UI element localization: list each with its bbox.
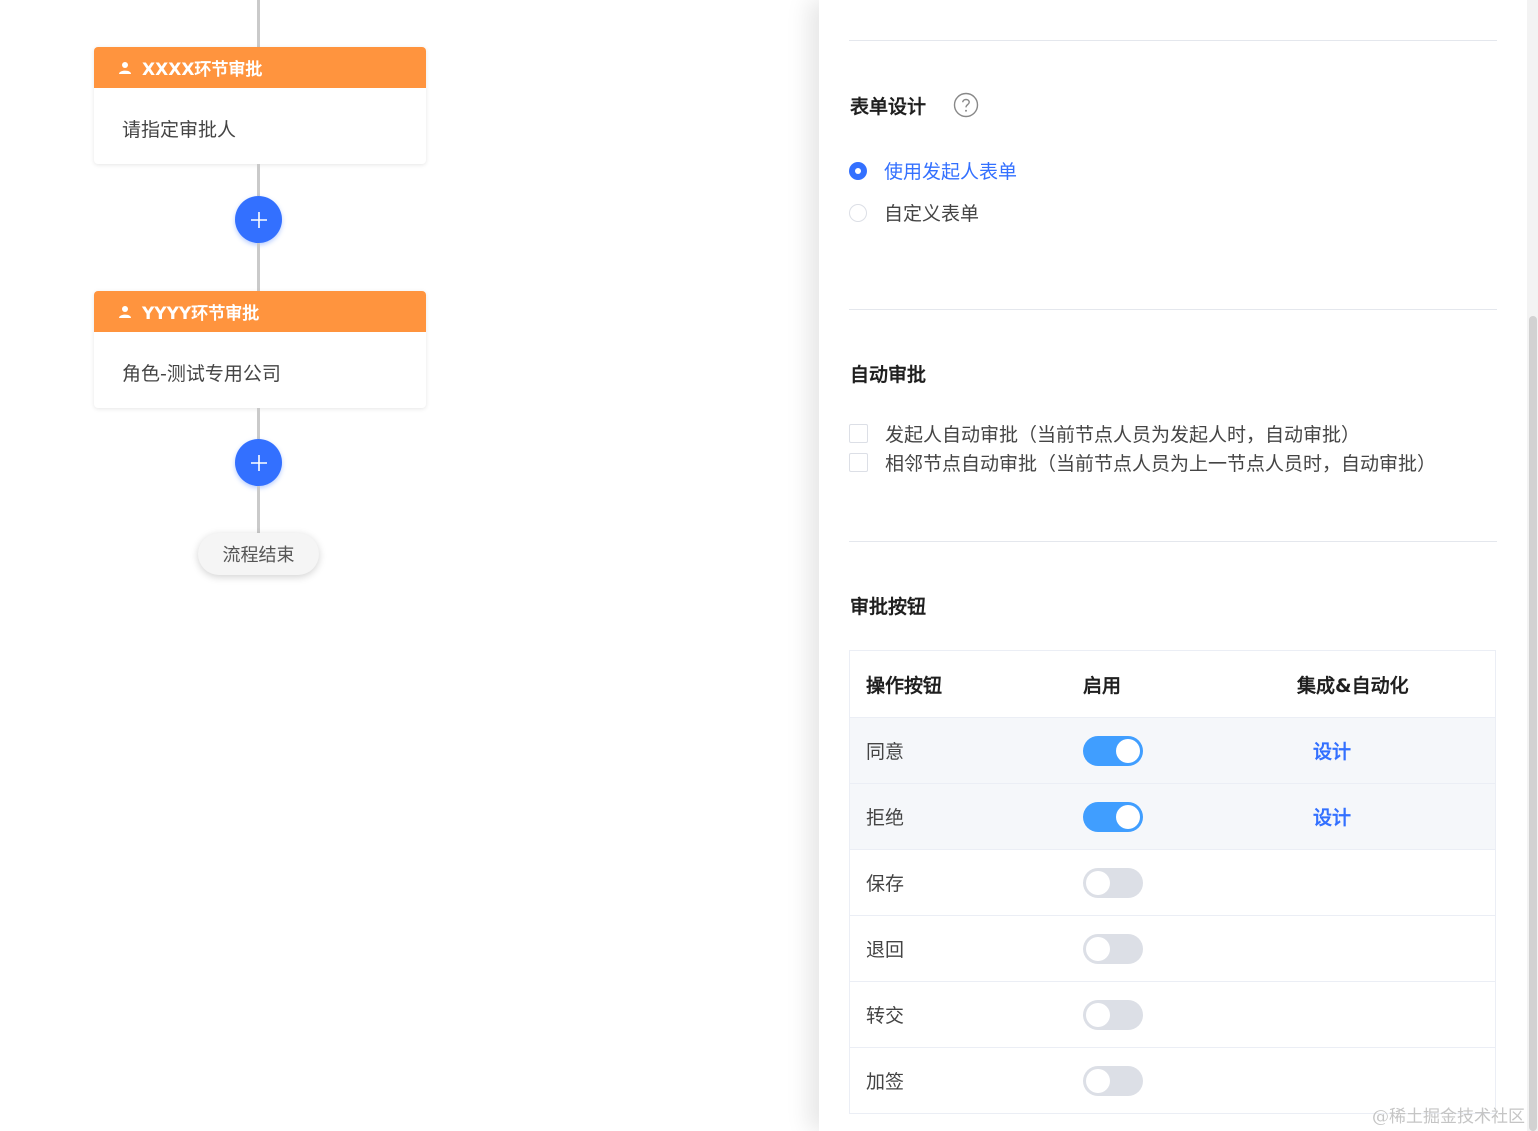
approval-buttons-table: 操作按钮 启用 集成&自动化 同意 设计 拒绝 设计 保存 退回 转交 加签 — [849, 650, 1496, 1114]
design-link[interactable]: 设计 — [1313, 803, 1351, 830]
checkbox-initiator-auto-approve[interactable]: 发起人自动审批（当前节点人员为发起人时，自动审批） — [849, 420, 1360, 447]
column-header-enabled: 启用 — [1083, 674, 1122, 697]
checkbox[interactable] — [849, 424, 868, 443]
plus-icon — [250, 211, 267, 228]
connector-line — [257, 243, 260, 293]
plus-icon — [250, 454, 267, 471]
radio-use-initiator-form[interactable]: 使用发起人表单 — [849, 157, 1017, 184]
button-name: 保存 — [866, 873, 905, 895]
column-header-integration: 集成&自动化 — [1297, 674, 1409, 697]
form-design-title: 表单设计 — [850, 96, 927, 118]
approval-node[interactable]: YYYY环节审批 角色-测试专用公司 — [94, 291, 426, 408]
radio-custom-form[interactable]: 自定义表单 — [849, 199, 979, 226]
radio-button[interactable] — [849, 161, 867, 180]
button-name: 同意 — [866, 741, 905, 763]
section-divider — [849, 309, 1497, 310]
connector-line — [257, 164, 260, 196]
add-node-button[interactable] — [235, 196, 282, 243]
enable-toggle[interactable] — [1083, 867, 1143, 898]
scrollbar-thumb[interactable] — [1529, 316, 1537, 1131]
button-name: 拒绝 — [866, 807, 905, 829]
connector-line — [257, 408, 260, 439]
radio-button[interactable] — [849, 203, 867, 222]
approval-node-header: YYYY环节审批 — [94, 291, 426, 332]
approval-buttons-title: 审批按钮 — [850, 596, 927, 618]
section-divider — [849, 40, 1497, 41]
approval-node-content: 角色-测试专用公司 — [122, 363, 281, 385]
section-divider — [849, 541, 1497, 542]
enable-toggle[interactable] — [1083, 1065, 1143, 1096]
connector-line — [257, 486, 260, 534]
add-node-button[interactable] — [235, 439, 282, 486]
checkbox-label: 相邻节点自动审批（当前节点人员为上一节点人员时，自动审批） — [885, 453, 1437, 475]
table-header-row: 操作按钮 启用 集成&自动化 — [850, 651, 1495, 718]
approval-node-title: XXXX环节审批 — [142, 60, 263, 80]
approval-node[interactable]: XXXX环节审批 请指定审批人 — [94, 47, 426, 164]
watermark: @稀土掘金技术社区 — [1372, 1107, 1525, 1127]
user-icon — [119, 61, 131, 74]
enable-toggle[interactable] — [1083, 933, 1143, 964]
enable-toggle[interactable] — [1083, 999, 1143, 1030]
flow-end-node: 流程结束 — [198, 533, 319, 575]
question-circle-icon[interactable] — [953, 92, 979, 118]
table-row: 拒绝 设计 — [850, 784, 1495, 850]
column-header-button: 操作按钮 — [866, 674, 943, 697]
table-row: 转交 — [850, 982, 1495, 1048]
approval-node-content: 请指定审批人 — [122, 119, 237, 141]
connector-line — [257, 0, 260, 48]
button-name: 退回 — [866, 939, 905, 961]
table-row: 保存 — [850, 850, 1495, 916]
auto-approve-title: 自动审批 — [850, 364, 927, 386]
enable-toggle[interactable] — [1083, 735, 1143, 766]
table-row: 退回 — [850, 916, 1495, 982]
checkbox[interactable] — [849, 453, 868, 472]
checkbox-adjacent-auto-approve[interactable]: 相邻节点自动审批（当前节点人员为上一节点人员时，自动审批） — [849, 449, 1436, 476]
user-icon — [119, 305, 131, 318]
radio-label: 自定义表单 — [884, 203, 980, 225]
radio-label: 使用发起人表单 — [884, 161, 1018, 183]
approval-node-title: YYYY环节审批 — [142, 304, 260, 324]
checkbox-label: 发起人自动审批（当前节点人员为发起人时，自动审批） — [885, 424, 1361, 446]
flow-canvas: XXXX环节审批 请指定审批人 YYYY环节审批 角色-测试专用公司 流程结束 — [0, 0, 820, 1131]
enable-toggle[interactable] — [1083, 801, 1143, 832]
design-link[interactable]: 设计 — [1313, 737, 1351, 764]
table-row: 同意 设计 — [850, 718, 1495, 784]
button-name: 转交 — [866, 1005, 905, 1027]
button-name: 加签 — [866, 1071, 905, 1093]
approval-node-header: XXXX环节审批 — [94, 47, 426, 88]
